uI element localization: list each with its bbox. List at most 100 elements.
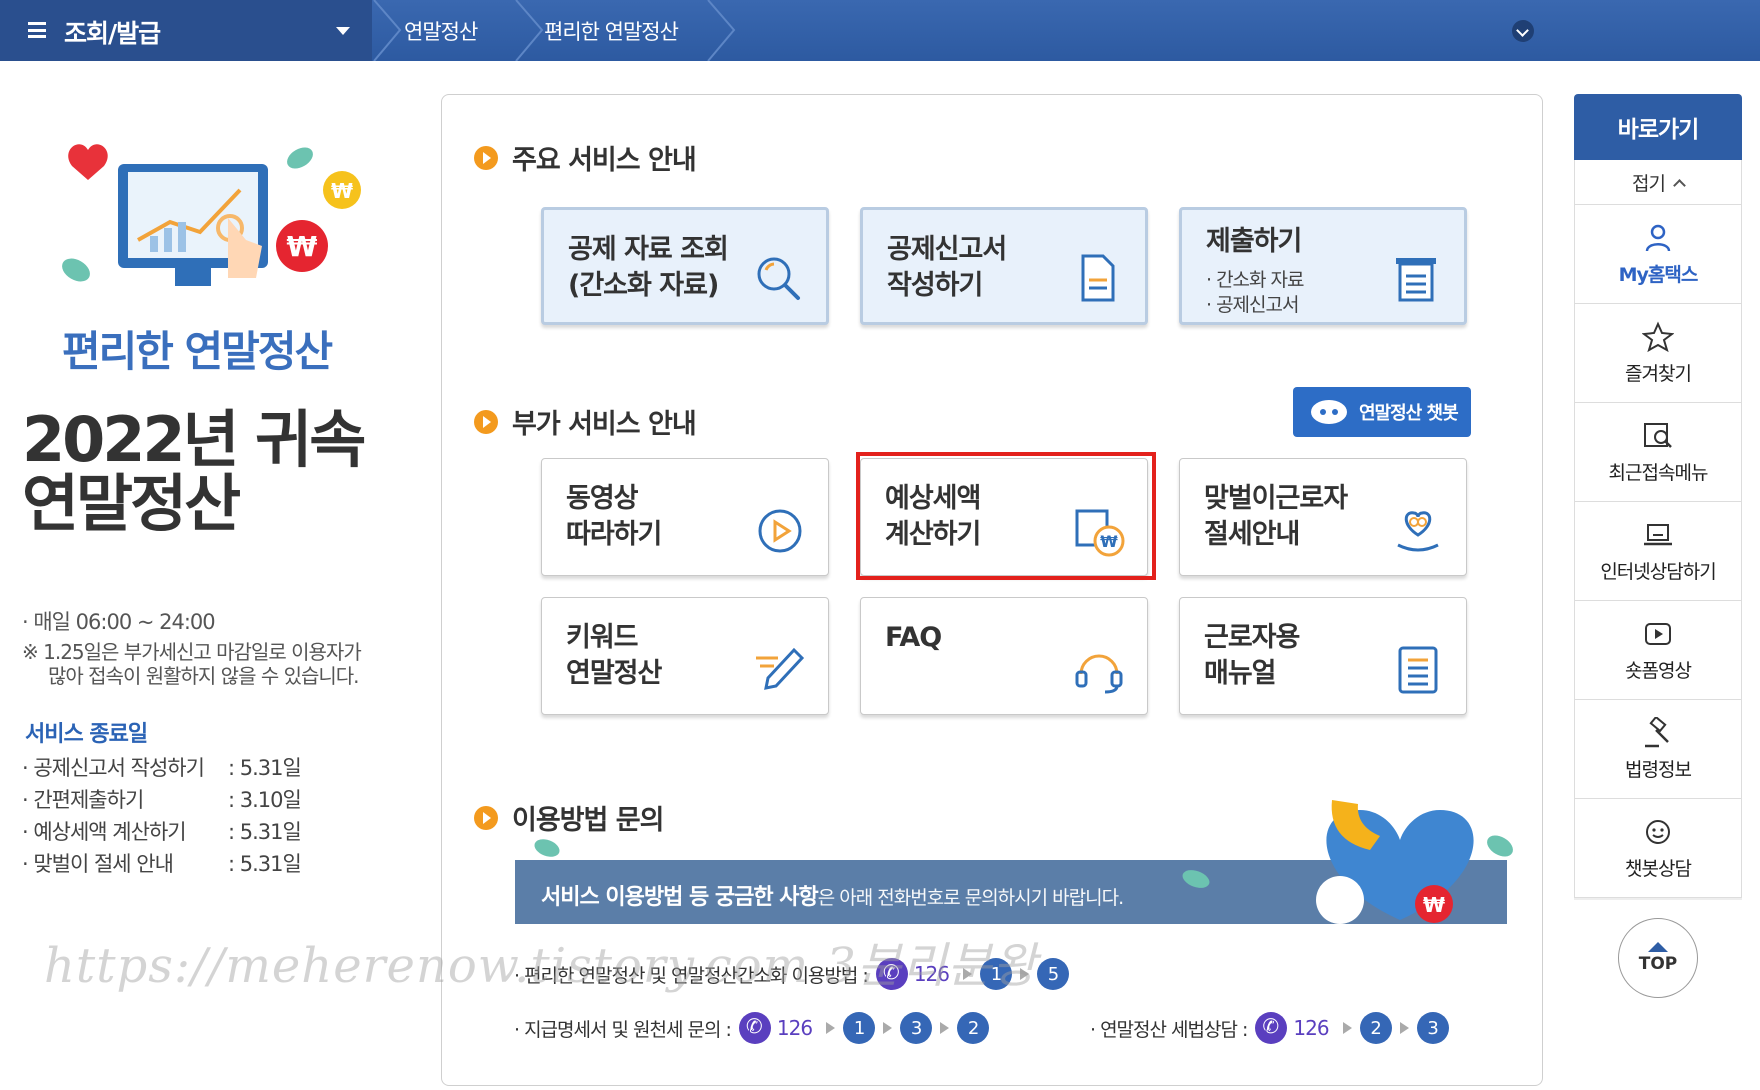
sidebar-item-label: My홈택스	[1618, 263, 1699, 286]
sidebar-item-favorites[interactable]: 즐겨찾기	[1574, 304, 1742, 403]
fold-button[interactable]: 접기	[1574, 160, 1742, 205]
arrow-icon	[1342, 1022, 1352, 1034]
section-extra-services: 부가 서비스 안내	[474, 402, 697, 441]
promo-illustration: ₩ ₩	[62, 144, 361, 286]
phone-row-label: · 연말정산 세법상담 :	[1090, 1018, 1248, 1041]
document-icon	[1081, 254, 1115, 302]
promo-title: 편리한 연말정산	[62, 327, 333, 376]
end-item-name: · 간편제출하기	[22, 788, 144, 812]
gavel-icon	[1645, 716, 1669, 747]
breadcrumb-separator	[373, 0, 402, 61]
leaf-icon	[1182, 870, 1210, 888]
end-dates-title: 서비스 종료일	[25, 722, 148, 747]
step-number: 5	[1037, 958, 1069, 990]
phone-number: 126	[1293, 1016, 1329, 1040]
phone-row-withholding: · 지급명세서 및 원천세 문의 : 126 1 3 2	[514, 1012, 990, 1044]
sidebar-item-shortform-video[interactable]: 숏폼영상	[1574, 601, 1742, 700]
top-navigation-bar: 조회/발급 연말정산 편리한 연말정산	[0, 0, 1760, 61]
chatbot-icon	[1646, 819, 1670, 844]
sidebar-item-law-info[interactable]: 법령정보	[1574, 700, 1742, 799]
sidebar-item-online-consult[interactable]: 인터넷상담하기	[1574, 502, 1742, 601]
card-label: 근로자용 매뉴얼	[1204, 622, 1300, 689]
video-icon	[1645, 622, 1671, 645]
step-number: 3	[1416, 1012, 1449, 1044]
person-icon	[1645, 224, 1671, 251]
top-label: TOP	[1638, 954, 1678, 974]
chatbot-button[interactable]: 연말정산 챗봇	[1293, 387, 1471, 437]
pencil-icon	[756, 647, 805, 690]
sidebar-item-label: 최근접속메뉴	[1608, 461, 1709, 484]
breadcrumb-convenient[interactable]: 편리한 연말정산	[544, 16, 679, 46]
breadcrumb-yearend[interactable]: 연말정산	[404, 16, 478, 46]
step-number: 2	[957, 1012, 990, 1044]
star-icon	[1642, 321, 1674, 352]
card-label: 공제 자료 조회 (간소화 자료)	[568, 234, 729, 301]
card-faq[interactable]: FAQ	[860, 597, 1148, 715]
card-label: 맞벌이근로자 절세안내	[1204, 483, 1348, 550]
service-hours: · 매일 06:00 ~ 24:00	[22, 610, 216, 634]
svg-text:₩: ₩	[1423, 893, 1445, 917]
phone-heart-illustration: ₩	[1316, 800, 1513, 924]
hamburger-icon[interactable]	[28, 22, 46, 38]
menu-dropdown[interactable]: 조회/발급	[0, 0, 372, 61]
end-item-date: : 5.31일	[228, 756, 302, 780]
caret-down-icon[interactable]	[336, 27, 350, 35]
arrow-icon	[883, 1022, 893, 1034]
notice-line2: 많아 접속이 원활하지 않을 수 있습니다.	[48, 664, 360, 688]
page-title-line2: 연말정산	[22, 467, 241, 540]
card-manual[interactable]: 근로자용 매뉴얼	[1179, 597, 1467, 715]
heart-hand-icon	[1397, 511, 1439, 552]
sidebar-item-my-hometax[interactable]: My홈택스	[1574, 205, 1742, 304]
scroll-top-button[interactable]: TOP	[1618, 918, 1698, 998]
card-submit[interactable]: 제출하기 · 간소화 자료 · 공제신고서	[1179, 207, 1467, 325]
sidebar-item-label: 즐겨찾기	[1625, 362, 1692, 385]
end-item-date: : 3.10일	[228, 788, 302, 812]
menu-title[interactable]: 조회/발급	[64, 14, 161, 50]
sidebar-item-label: 법령정보	[1625, 758, 1692, 781]
manual-icon	[1398, 646, 1438, 694]
breadcrumb-dropdown-icon[interactable]	[1512, 20, 1534, 42]
phone-number: 126	[776, 1016, 813, 1040]
bullet-icon	[474, 409, 498, 434]
banner-rest: 은 아래 전화번호로 문의하시기 바랍니다.	[817, 887, 1124, 909]
list-item: · 맞벌이 절세 안내: 5.31일	[22, 848, 302, 880]
highlight-box	[856, 452, 1156, 580]
phone-icon	[738, 1012, 771, 1044]
chevron-up-icon	[1673, 178, 1686, 192]
sidebar-item-label: 숏폼영상	[1625, 659, 1692, 682]
arrow-icon	[940, 1022, 950, 1034]
notice-line1: ※ 1.25일은 부가세신고 마감일로 이용자가	[22, 640, 362, 664]
sidebar-item-chatbot[interactable]: 챗봇상담	[1574, 799, 1742, 898]
section-title: 주요 서비스 안내	[512, 145, 697, 176]
sidebar-header: 바로가기	[1574, 94, 1742, 160]
card-sub-items: · 간소화 자료 · 공제신고서	[1206, 268, 1305, 318]
card-deduction-form[interactable]: 공제신고서 작성하기	[860, 207, 1148, 325]
step-number: 3	[900, 1012, 933, 1044]
headset-icon	[1075, 654, 1123, 694]
card-keyword[interactable]: 키워드 연말정산	[541, 597, 829, 715]
quick-links-sidebar: 바로가기 접기 My홈택스 즐겨찾기 최근접속메뉴 인터넷상담하기 숏폼영상 법…	[1574, 94, 1742, 898]
page-title-line1: 2022년 귀속	[22, 403, 366, 476]
sidebar-item-recent-menu[interactable]: 최근접속메뉴	[1574, 403, 1742, 502]
section-title: 부가 서비스 안내	[512, 409, 697, 440]
card-video-guide[interactable]: 동영상 따라하기	[541, 458, 829, 576]
card-deduction-inquiry[interactable]: 공제 자료 조회 (간소화 자료)	[541, 207, 829, 325]
end-item-name: · 공제신고서 작성하기	[22, 756, 205, 780]
chatbot-label: 연말정산 챗봇	[1359, 403, 1459, 424]
phone-icon	[1255, 1012, 1288, 1044]
sidebar-item-label: 인터넷상담하기	[1600, 560, 1716, 583]
recent-search-icon	[1644, 422, 1672, 448]
leaf-icon	[534, 839, 560, 857]
notice-text: ※ 1.25일은 부가세신고 마감일로 이용자가 많아 접속이 원활하지 않을 …	[22, 640, 422, 688]
bullet-icon	[474, 145, 498, 170]
play-icon	[758, 509, 802, 553]
card-dual-income[interactable]: 맞벌이근로자 절세안내	[1179, 458, 1467, 576]
svg-text:₩: ₩	[287, 230, 318, 263]
list-item: · 공제신고서 작성하기 : 5.31일	[22, 752, 302, 784]
bullet-icon	[474, 805, 498, 830]
laptop-icon	[1644, 523, 1672, 545]
end-item-date: : 5.31일	[228, 820, 302, 844]
arrow-up-icon	[1648, 942, 1668, 952]
end-item-date: : 5.31일	[228, 852, 302, 876]
step-number: 2	[1359, 1012, 1392, 1044]
